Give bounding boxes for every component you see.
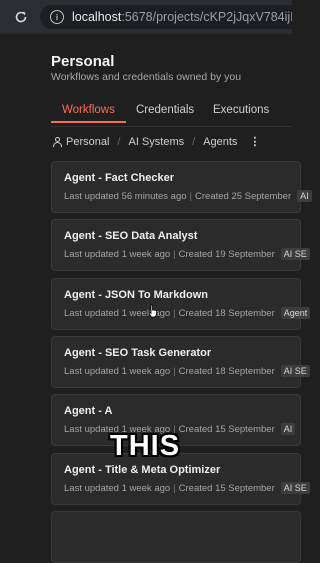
workflow-tag[interactable]: AI SE	[280, 248, 310, 260]
workflow-created: Created 19 September	[178, 248, 275, 260]
workflow-title: Agent - JSON To Markdown	[64, 289, 209, 301]
url-host: localhost	[72, 10, 122, 24]
breadcrumb-separator: /	[117, 135, 121, 148]
workflow-updated: Last updated 1 week ago	[64, 482, 171, 494]
workflow-meta: Last updated 1 week ago | Created 18 Septe…	[64, 307, 311, 319]
meta-separator: |	[189, 190, 193, 202]
breadcrumb-personal[interactable]: Personal	[66, 136, 109, 148]
workflow-created: Created 15 September	[178, 423, 275, 435]
workflow-tag[interactable]: AI	[297, 190, 312, 202]
project-page: Personal Workflows and credentials owned…	[0, 34, 312, 563]
tab-credentials[interactable]: Credentials	[136, 102, 194, 116]
workflow-card[interactable]	[51, 511, 301, 563]
tab-bar: Workflows Credentials Executions	[51, 100, 292, 127]
workflow-created: Created 15 September	[178, 482, 275, 494]
meta-separator: |	[173, 365, 176, 377]
workflow-updated: Last updated 1 week ago	[64, 248, 171, 260]
breadcrumb-ai-systems[interactable]: AI Systems	[128, 136, 184, 148]
url-path: :5678/projects/cKP2jJqxV784ijHE/folde	[121, 10, 292, 24]
meta-separator: |	[173, 307, 176, 319]
workflow-title: Agent - A	[64, 405, 113, 417]
tab-executions[interactable]: Executions	[213, 102, 269, 116]
video-caption: THIS	[110, 430, 181, 462]
breadcrumb-agents[interactable]: Agents	[203, 136, 237, 148]
meta-separator: |	[173, 482, 176, 494]
hand-cursor-icon	[148, 304, 157, 318]
workflow-updated: Last updated 56 minutes ago	[64, 190, 187, 202]
workflow-tag[interactable]: Agent	[280, 307, 311, 319]
workflow-title: Agent - Fact Checker	[64, 172, 175, 184]
workflow-meta: Last updated 1 week ago | Created 15 Septe…	[64, 482, 310, 494]
more-actions-icon[interactable]: ⋮	[249, 135, 260, 148]
workflow-card[interactable]: Agent - SEO Task Generator Last updated …	[51, 336, 310, 388]
tab-workflows[interactable]: Workflows	[51, 102, 126, 123]
workflow-title: Agent - SEO Task Generator	[64, 347, 212, 359]
address-bar[interactable]: i localhost:5678/projects/cKP2jJqxV784ij…	[40, 5, 292, 29]
workflow-created: Created 25 September	[195, 190, 292, 202]
breadcrumb-separator: /	[192, 135, 196, 148]
workflow-title: Agent - Title & Meta Optimizer	[64, 464, 221, 476]
breadcrumb: Personal / AI Systems / Agents ⋮	[53, 135, 260, 148]
workflow-tag[interactable]: AI SE	[280, 365, 310, 377]
page-title: Personal	[51, 53, 115, 70]
workflow-card[interactable]: Agent - SEO Data Analyst Last updated 1 …	[51, 219, 310, 271]
workflow-created: Created 18 September	[178, 365, 275, 377]
workflow-card[interactable]: Agent - Fact Checker Last updated 56 min…	[51, 161, 312, 213]
workflow-tag[interactable]: AI SE	[280, 482, 310, 494]
browser-toolbar: i localhost:5678/projects/cKP2jJqxV784ij…	[0, 0, 292, 35]
workflow-tag[interactable]: AI	[280, 423, 296, 435]
workflow-created: Created 18 September	[178, 307, 275, 319]
workflow-title: Agent - SEO Data Analyst	[64, 230, 198, 242]
workflow-updated: Last updated 1 week ago	[64, 365, 171, 377]
meta-separator: |	[173, 248, 176, 260]
workflow-meta: Last updated 56 minutes ago | Created 25 S…	[64, 190, 312, 202]
reload-icon[interactable]	[10, 6, 32, 28]
site-info-icon[interactable]: i	[50, 10, 64, 24]
workflow-meta: Last updated 1 week ago | Created 18 Septe…	[64, 365, 310, 377]
page-subtitle: Workflows and credentials owned by you	[51, 71, 242, 83]
workflow-card[interactable]: Agent - JSON To Markdown Last updated 1 …	[51, 278, 311, 330]
workflow-meta: Last updated 1 week ago | Created 19 Septe…	[64, 248, 310, 260]
user-icon	[53, 136, 62, 147]
